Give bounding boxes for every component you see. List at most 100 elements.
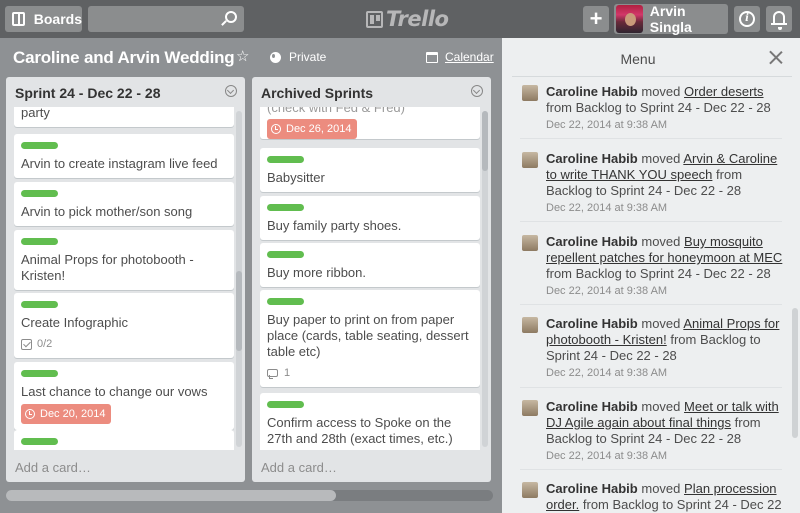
activity-avatar[interactable] — [522, 317, 538, 333]
activity-time[interactable]: Dec 22, 2014 at 9:38 AM — [546, 366, 784, 380]
activity-action: moved — [641, 234, 681, 249]
member-menu-button[interactable]: Arvin Singla — [614, 3, 728, 35]
avatar — [616, 5, 643, 33]
list-scrollbar-thumb[interactable] — [482, 111, 488, 171]
list-menu-icon[interactable] — [471, 85, 483, 97]
card[interactable]: Last chance to change our vows Dec 20, 2… — [14, 362, 234, 430]
activity-detail: from Backlog to Sprint 24 - Dec 22 - 28 — [582, 497, 782, 512]
activity-avatar[interactable] — [522, 152, 538, 168]
list-scrollbar[interactable] — [236, 111, 242, 447]
comment-icon — [267, 369, 278, 379]
card-label-green — [267, 298, 304, 305]
activity-separator — [520, 387, 782, 388]
activity-time[interactable]: Dec 22, 2014 at 9:38 AM — [546, 449, 784, 463]
activity-detail: from Backlog to Sprint 24 - Dec 22 - 28 — [546, 100, 771, 115]
activity-separator — [520, 304, 782, 305]
board-scrollbar-thumb[interactable] — [6, 490, 336, 501]
card[interactable]: Buy paper to print on from paper place (… — [260, 290, 480, 387]
activity-user[interactable]: Caroline Habib — [546, 316, 638, 331]
card[interactable]: Buy more ribbon. — [260, 243, 480, 287]
add-button[interactable]: + — [583, 6, 609, 32]
info-button[interactable]: i — [734, 6, 760, 32]
activity-user[interactable]: Caroline Habib — [546, 399, 638, 414]
activity-action: moved — [641, 316, 681, 331]
activity-action: moved — [641, 481, 681, 496]
activity-time[interactable]: Dec 22, 2014 at 9:38 AM — [546, 201, 784, 215]
star-icon[interactable]: ☆ — [236, 47, 249, 65]
lock-icon — [270, 51, 281, 63]
activity-avatar[interactable] — [522, 482, 538, 498]
card-title: Confirm access to Spoke on the 27th and … — [267, 415, 453, 446]
card-title: Arvin to pick mother/son song — [21, 204, 193, 219]
search-input[interactable] — [88, 6, 244, 32]
board-title[interactable]: Caroline and Arvin Wedding — [13, 48, 235, 68]
card[interactable]: Arvin to pick mother/son song — [14, 182, 234, 226]
activity-card-link[interactable]: Order deserts — [684, 84, 763, 99]
list-sprint-24: Sprint 24 - Dec 22 - 28 party Arvin to c… — [6, 77, 245, 482]
card-container: party Arvin to create instagram live fee… — [6, 107, 245, 450]
calendar-label: Calendar — [445, 50, 494, 64]
boards-button[interactable]: Boards — [5, 6, 82, 32]
card-title: Buy paper to print on from paper place (… — [267, 312, 469, 359]
list-scrollbar-thumb[interactable] — [236, 271, 242, 351]
card[interactable]: Animal Props for photobooth - Kristen! — [14, 230, 234, 290]
card-title: Create Infographic — [21, 315, 128, 330]
card-title: Buy more ribbon. — [267, 265, 366, 280]
activity-time[interactable]: Dec 22, 2014 at 9:38 AM — [546, 118, 784, 132]
activity-time[interactable]: Dec 22, 2014 at 9:38 AM — [546, 284, 784, 298]
card-title: Animal Props for photobooth - Kristen! — [21, 252, 194, 283]
boards-icon — [12, 12, 25, 26]
list-title[interactable]: Archived Sprints — [261, 85, 373, 101]
boards-button-label: Boards — [33, 11, 82, 27]
add-card-button[interactable]: Add a card… — [261, 460, 337, 475]
activity-action: moved — [641, 151, 681, 166]
card-title: Last chance to change our vows — [21, 384, 208, 399]
trello-logo-text: Trello — [386, 7, 449, 31]
activity-avatar[interactable] — [522, 400, 538, 416]
card[interactable]: Arvin to create instagram live feed — [14, 134, 234, 178]
activity-user[interactable]: Caroline Habib — [546, 481, 638, 496]
menu-scrollbar[interactable] — [792, 308, 798, 438]
activity-avatar[interactable] — [522, 85, 538, 101]
activity-user[interactable]: Caroline Habib — [546, 84, 638, 99]
card-title: Babysitter — [267, 170, 325, 185]
activity-user[interactable]: Caroline Habib — [546, 151, 638, 166]
bell-icon — [771, 11, 787, 30]
activity-user[interactable]: Caroline Habib — [546, 234, 638, 249]
notifications-button[interactable] — [766, 6, 792, 32]
activity-avatar[interactable] — [522, 235, 538, 251]
card[interactable]: Create Infographic 0/2 — [14, 293, 234, 358]
add-card-button[interactable]: Add a card… — [15, 460, 91, 475]
card-label-green — [267, 156, 304, 163]
search-icon[interactable] — [225, 11, 237, 23]
list-title[interactable]: Sprint 24 - Dec 22 - 28 — [15, 85, 161, 101]
card-label-green — [21, 301, 58, 308]
member-name: Arvin Singla — [649, 3, 692, 35]
card[interactable] — [14, 430, 234, 450]
card[interactable]: Buy family party shoes. — [260, 196, 480, 240]
card-label-green — [267, 251, 304, 258]
menu-divider — [512, 76, 792, 77]
activity-item: Caroline Habib moved Buy mosquito repell… — [512, 234, 784, 298]
board-scrollbar[interactable] — [6, 490, 493, 501]
checklist-badge: 0/2 — [21, 336, 227, 352]
list-scrollbar[interactable] — [482, 111, 488, 447]
card[interactable]: Confirm access to Spoke on the 27th and … — [260, 393, 480, 450]
clock-icon — [271, 124, 281, 134]
card-label-green — [21, 370, 58, 377]
card-label-green — [21, 142, 58, 149]
calendar-button[interactable]: Calendar — [426, 50, 494, 64]
list-menu-icon[interactable] — [225, 85, 237, 97]
card[interactable]: party — [14, 107, 234, 127]
visibility-button[interactable]: Private — [270, 50, 326, 64]
card[interactable]: (check with Fed & Fred) Dec 26, 2014 — [260, 107, 480, 139]
card[interactable]: Babysitter — [260, 148, 480, 192]
list-archived-sprints: Archived Sprints (check with Fed & Fred)… — [252, 77, 491, 482]
top-header: Boards Trello + Arvin Singla i — [0, 0, 800, 38]
card-container: (check with Fed & Fred) Dec 26, 2014 Bab… — [252, 107, 491, 450]
close-icon[interactable] — [768, 49, 784, 65]
activity-action: moved — [641, 84, 681, 99]
trello-logo[interactable]: Trello — [366, 6, 449, 32]
activity-detail: from Backlog to Sprint 24 - Dec 22 - 28 — [546, 266, 771, 281]
activity-item: Caroline Habib moved Animal Props for ph… — [512, 316, 784, 380]
